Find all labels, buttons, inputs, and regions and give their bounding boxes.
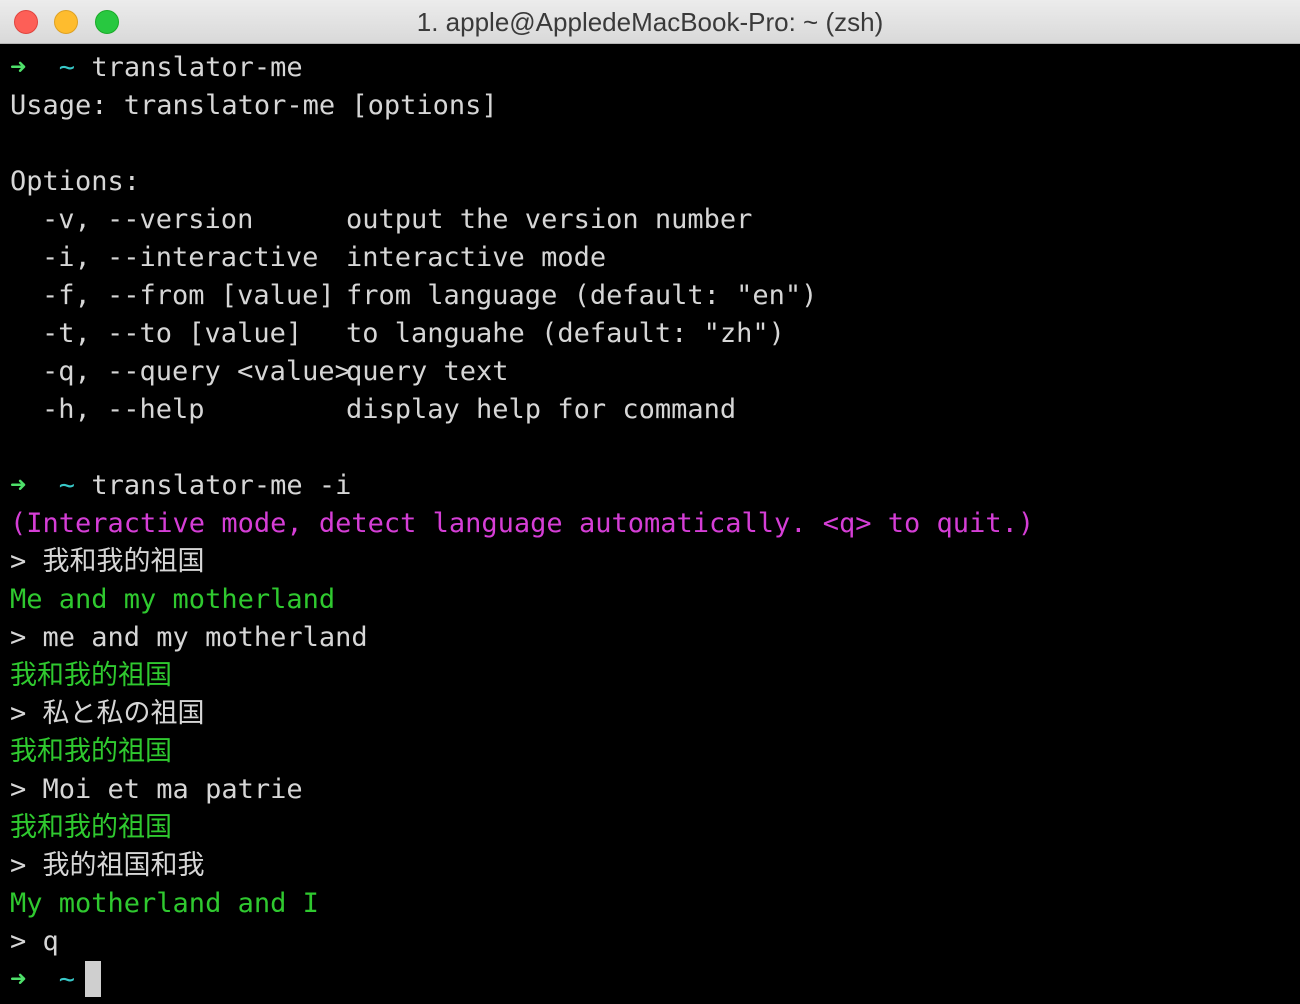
- user-input-line: > Moi et ma patrie: [10, 774, 303, 805]
- option-row: -v, --version output the version number: [10, 201, 1290, 239]
- prompt-arrow-icon: ➜: [10, 964, 27, 995]
- option-flag: -q, --query <value>: [42, 356, 351, 387]
- option-flag: -f, --from [value]: [42, 280, 335, 311]
- user-input-line: > me and my motherland: [10, 622, 368, 653]
- option-flag: -i, --interactive: [42, 242, 319, 273]
- prompt-line: ➜ ~ translator-me: [10, 49, 1290, 87]
- option-description: query text: [346, 356, 509, 387]
- option-description: output the version number: [346, 204, 753, 235]
- user-input-line: > 我和我的祖国: [10, 546, 205, 577]
- prompt-arrow-icon: ➜: [10, 52, 27, 83]
- option-row: -f, --from [value] from language (default…: [10, 277, 1290, 315]
- translation-output-line: My motherland and I: [10, 888, 319, 919]
- prompt-directory: ~: [58, 964, 76, 995]
- translation-output-line: 我和我的祖国: [10, 736, 172, 767]
- user-input-line: > 我的祖国和我: [10, 850, 205, 881]
- command-text: translator-me -i: [91, 470, 352, 501]
- usage-line: Usage: translator-me [options]: [10, 90, 498, 121]
- active-prompt-line[interactable]: ➜ ~: [10, 961, 1290, 999]
- option-description: interactive mode: [346, 242, 607, 273]
- translation-output-line: Me and my motherland: [10, 584, 336, 615]
- option-row: -h, --help display help for command: [10, 391, 1290, 429]
- option-flag: -h, --help: [42, 394, 205, 425]
- terminal-output[interactable]: ➜ ~ translator-me Usage: translator-me […: [10, 49, 1290, 999]
- terminal-window: 1. apple@AppledeMacBook-Pro: ~ (zsh) ➜ ~…: [0, 0, 1300, 1004]
- interactive-notice: (Interactive mode, detect language autom…: [10, 508, 1035, 539]
- translation-output-line: 我和我的祖国: [10, 812, 172, 843]
- option-description: from language (default: "en"): [346, 280, 818, 311]
- prompt-directory: ~: [58, 470, 76, 501]
- window-title: 1. apple@AppledeMacBook-Pro: ~ (zsh): [416, 7, 884, 37]
- translation-output-line: 我和我的祖国: [10, 660, 172, 691]
- quit-input-line: > q: [10, 926, 59, 957]
- option-flag: -v, --version: [42, 204, 254, 235]
- text-cursor: [85, 961, 102, 997]
- option-flag: -t, --to [value]: [42, 318, 303, 349]
- prompt-directory: ~: [58, 52, 76, 83]
- option-row: -t, --to [value] to languahe (default: "z…: [10, 315, 1290, 353]
- prompt-line: ➜ ~ translator-me -i: [10, 467, 1290, 505]
- options-header: Options:: [10, 166, 141, 197]
- command-text: translator-me: [91, 52, 303, 83]
- user-input-line: > 私と私の祖国: [10, 698, 205, 729]
- option-row: -i, --interactive interactive mode: [10, 239, 1290, 277]
- option-description: display help for command: [346, 394, 737, 425]
- option-description: to languahe (default: "zh"): [346, 318, 785, 349]
- prompt-arrow-icon: ➜: [10, 470, 27, 501]
- title-bar[interactable]: 1. apple@AppledeMacBook-Pro: ~ (zsh): [0, 0, 1300, 44]
- option-row: -q, --query <value>query text: [10, 353, 1290, 391]
